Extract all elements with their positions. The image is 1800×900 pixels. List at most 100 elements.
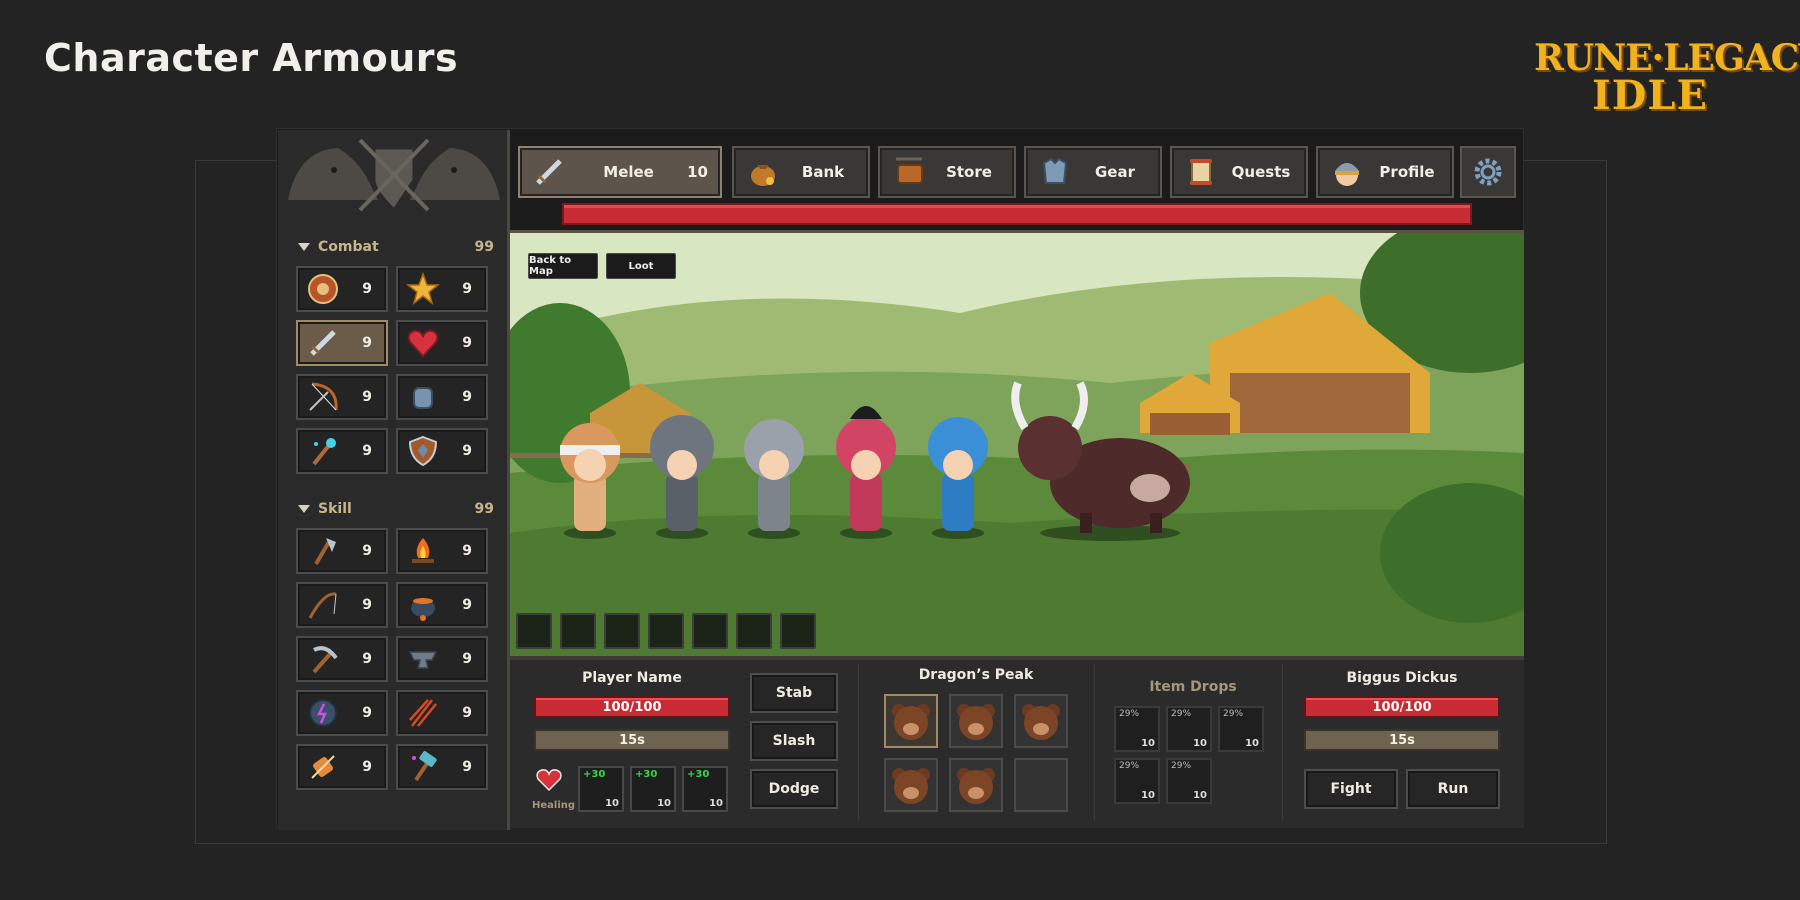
skill-level: 9 — [462, 651, 472, 667]
shield-icon — [408, 435, 438, 467]
skill-level: 9 — [462, 281, 472, 297]
skill-total: 99 — [474, 501, 494, 517]
skill-melee[interactable]: 9 — [296, 320, 388, 366]
skill-attack[interactable]: 9 — [296, 266, 388, 312]
inventory-slot[interactable] — [736, 613, 772, 649]
skill-smithing[interactable]: 9 — [396, 636, 488, 682]
fight-button[interactable]: Fight — [1304, 769, 1398, 809]
location-name: Dragon’s Peak — [918, 667, 1034, 683]
skill-construction[interactable]: 9 — [396, 744, 488, 790]
skill-level: 9 — [362, 389, 372, 405]
skill-fishing[interactable]: 9 — [296, 582, 388, 628]
axe-icon — [314, 538, 336, 566]
bear-icon — [892, 704, 930, 740]
skill-fletching[interactable]: 9 — [396, 690, 488, 736]
settings-button[interactable] — [1460, 146, 1516, 198]
thread-spool-icon — [311, 755, 335, 779]
run-button[interactable]: Run — [1406, 769, 1500, 809]
tab-label: Profile — [1379, 163, 1435, 181]
healing-slot[interactable]: +30 10 — [682, 766, 728, 812]
skills-sidebar: Combat 99 9 9 9 9 9 9 9 9 Skill 99 9 9 9… — [278, 130, 510, 830]
inventory-slot[interactable] — [780, 613, 816, 649]
store-sign-icon — [896, 157, 923, 184]
skill-unarmed[interactable]: 9 — [396, 374, 488, 420]
tab-label: Gear — [1094, 163, 1135, 181]
drop-slot[interactable]: 29% 10 — [1114, 706, 1160, 752]
inventory-slot[interactable] — [604, 613, 640, 649]
gear-icon — [1474, 158, 1502, 186]
skill-magic[interactable]: 9 — [296, 428, 388, 474]
dodge-button[interactable]: Dodge — [750, 769, 838, 809]
money-bag-icon — [751, 165, 775, 186]
logo-line-2: IDLE — [1591, 72, 1708, 119]
star-icon — [406, 272, 440, 305]
dragon-crest-icon — [288, 138, 500, 213]
fishing-rod-icon — [308, 592, 337, 619]
heal-amount: +30 — [635, 769, 658, 780]
skill-hitpoints[interactable]: 9 — [396, 320, 488, 366]
drop-slot[interactable]: 29% 10 — [1218, 706, 1264, 752]
skill-ranged[interactable]: 9 — [296, 374, 388, 420]
skill-firemaking[interactable]: 9 — [396, 528, 488, 574]
enemy-slot-bear[interactable] — [949, 694, 1003, 748]
inventory-slot[interactable] — [648, 613, 684, 649]
tab-gear[interactable]: Gear — [1024, 146, 1162, 198]
cooking-pot-icon — [411, 598, 435, 621]
loot-button[interactable]: Loot — [606, 253, 676, 279]
stab-button[interactable]: Stab — [750, 673, 838, 713]
skill-level: 9 — [462, 597, 472, 613]
campfire-icon — [412, 538, 434, 563]
enemy-slot-bear[interactable] — [884, 694, 938, 748]
inventory-slot[interactable] — [516, 613, 552, 649]
skill-level: 9 — [362, 759, 372, 775]
combat-section-header[interactable]: Combat 99 — [298, 236, 494, 258]
heal-amount: +30 — [583, 769, 606, 780]
drop-slot[interactable]: 29% 10 — [1166, 706, 1212, 752]
tab-quests[interactable]: Quests — [1170, 146, 1308, 198]
bear-icon — [892, 768, 930, 804]
hammer-icon — [412, 751, 437, 782]
healing-slot[interactable]: +30 10 — [630, 766, 676, 812]
tab-melee[interactable]: Melee 10 — [518, 146, 722, 198]
magic-staff-icon — [312, 438, 336, 466]
drop-quantity: 10 — [1141, 790, 1155, 801]
skill-mining[interactable]: 9 — [296, 636, 388, 682]
skill-level: 9 — [462, 543, 472, 559]
back-to-map-button[interactable]: Back to Map — [528, 253, 598, 279]
tab-store[interactable]: Store — [878, 146, 1016, 198]
divider — [858, 664, 859, 820]
sword-icon — [536, 159, 562, 185]
enemy-slot-bear[interactable] — [949, 758, 1003, 812]
scroll-icon — [1190, 159, 1212, 185]
enemy-slot-empty[interactable] — [1014, 758, 1068, 812]
healing-slot[interactable]: +30 10 — [578, 766, 624, 812]
tab-profile[interactable]: Profile — [1316, 146, 1454, 198]
bear-icon — [1022, 704, 1060, 740]
enemy-slot-bear[interactable] — [884, 758, 938, 812]
skill-section-header[interactable]: Skill 99 — [298, 498, 494, 520]
slash-button[interactable]: Slash — [750, 721, 838, 761]
tab-bank[interactable]: Bank — [732, 146, 870, 198]
skill-runecrafting[interactable]: 9 — [296, 690, 388, 736]
skill-label: Skill — [318, 501, 352, 517]
skill-level: 9 — [362, 543, 372, 559]
bow-icon — [309, 382, 338, 411]
drop-chance: 29% — [1119, 761, 1140, 771]
drop-chance: 29% — [1119, 709, 1140, 719]
skill-crafting[interactable]: 9 — [296, 744, 388, 790]
skill-cooking[interactable]: 9 — [396, 582, 488, 628]
drop-slot[interactable]: 29% 10 — [1114, 758, 1160, 804]
skill-woodcutting[interactable]: 9 — [296, 528, 388, 574]
heart-icon — [407, 329, 439, 358]
drop-chance: 29% — [1223, 709, 1244, 719]
skill-strength[interactable]: 9 — [396, 266, 488, 312]
healing-heart-icon — [536, 769, 562, 792]
enemy-slot-bear[interactable] — [1014, 694, 1068, 748]
inventory-slot[interactable] — [560, 613, 596, 649]
arrows-icon — [409, 699, 437, 727]
inventory-slot[interactable] — [692, 613, 728, 649]
game-logo: RUNE·LEGACY IDLE — [1534, 40, 1800, 119]
bear-icon — [957, 768, 995, 804]
skill-defence[interactable]: 9 — [396, 428, 488, 474]
drop-slot[interactable]: 29% 10 — [1166, 758, 1212, 804]
